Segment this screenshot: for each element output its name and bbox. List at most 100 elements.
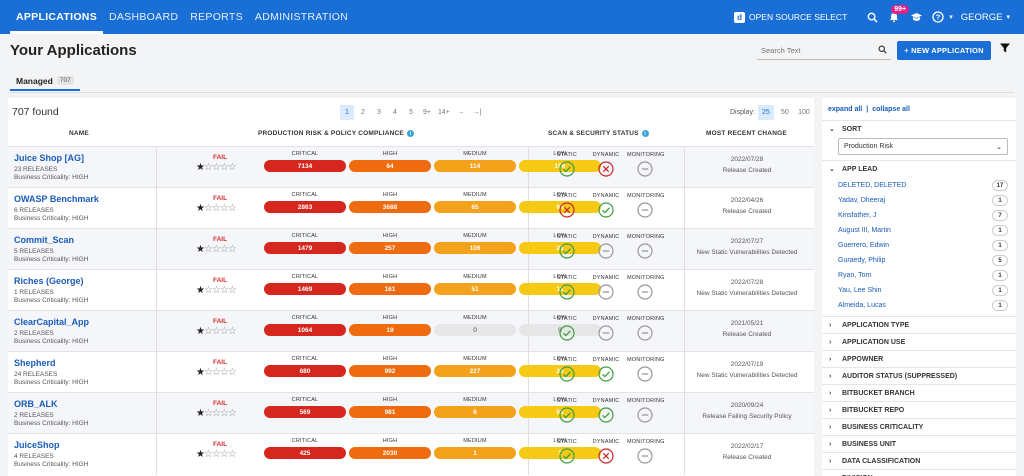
facet-header[interactable]: › BUSINESS UNIT <box>822 436 1016 452</box>
app-lead-filter-item[interactable]: Almeida, Lucas 1 <box>838 298 1008 313</box>
facet-header[interactable]: › AUDITOR STATUS (SUPPRESSED) <box>822 368 1016 384</box>
medium-count-bar[interactable]: 1 <box>434 447 516 459</box>
graduation-cap-icon[interactable] <box>905 0 927 34</box>
facet-header[interactable]: › APPLICATION TYPE <box>822 317 1016 333</box>
search-input[interactable] <box>757 46 867 55</box>
application-name-link[interactable]: Commit_Scan <box>14 235 74 245</box>
page-button[interactable]: 1 <box>340 105 354 120</box>
column-header-change[interactable]: MOST RECENT CHANGE <box>706 130 787 137</box>
application-name-link[interactable]: ORB_ALK <box>14 399 58 409</box>
high-count-bar[interactable]: 161 <box>349 283 431 295</box>
application-name-link[interactable]: ClearCapital_App <box>14 317 89 327</box>
monitoring-scan-status[interactable]: MONITORING <box>627 193 664 221</box>
facet-header[interactable]: › BITBUCKET BRANCH <box>822 385 1016 401</box>
table-row[interactable]: JuiceShop 4 RELEASES Business Criticality:… <box>8 433 814 475</box>
app-lead-filter-item[interactable]: DELETED, DELETED 17 <box>838 178 1008 193</box>
high-count-bar[interactable]: 2030 <box>349 447 431 459</box>
medium-count-bar[interactable]: 106 <box>434 242 516 254</box>
critical-count-bar[interactable]: 2863 <box>264 201 346 213</box>
column-header-name[interactable]: NAME <box>69 130 89 137</box>
page-button[interactable]: → <box>454 105 468 120</box>
sort-section-header[interactable]: ⌄ SORT <box>822 121 1016 137</box>
table-row[interactable]: OWASP Benchmark 6 RELEASES Business Critic… <box>8 187 814 229</box>
help-icon[interactable]: ? <box>927 0 949 34</box>
app-lead-section-header[interactable]: ⌄ APP LEAD <box>822 161 1016 177</box>
dynamic-scan-status[interactable]: DYNAMIC <box>588 316 624 344</box>
facet-header[interactable]: › DATA CLASSIFICATION <box>822 453 1016 469</box>
app-lead-filter-item[interactable]: Ryan, Tom 1 <box>838 268 1008 283</box>
monitoring-scan-status[interactable]: MONITORING <box>627 439 664 467</box>
table-row[interactable]: ORB_ALK 2 RELEASES Business Criticality: H… <box>8 392 814 434</box>
medium-count-bar[interactable]: 227 <box>434 365 516 377</box>
table-row[interactable]: Juice Shop [AG] 23 RELEASES Business Criti… <box>8 146 814 188</box>
page-button[interactable]: 4 <box>388 105 402 120</box>
collapse-all-link[interactable]: collapse all <box>872 106 910 113</box>
facet-header[interactable]: › APPOWNER <box>822 351 1016 367</box>
application-name-link[interactable]: Juice Shop [AG] <box>14 153 84 163</box>
nav-reports[interactable]: REPORTS <box>184 0 249 34</box>
page-button[interactable]: →| <box>470 105 484 120</box>
medium-count-bar[interactable]: 6 <box>434 406 516 418</box>
app-lead-filter-item[interactable]: Yadav, Dheeraj 1 <box>838 193 1008 208</box>
table-row[interactable]: Shepherd 24 RELEASES Business Criticality:… <box>8 351 814 393</box>
app-lead-filter-item[interactable]: Kinsfather, J 7 <box>838 208 1008 223</box>
facet-header[interactable]: ›DIVISION <box>822 470 1016 476</box>
page-button[interactable]: 14+ <box>436 105 452 120</box>
nav-dashboard[interactable]: DASHBOARD <box>103 0 184 34</box>
dynamic-scan-status[interactable]: DYNAMIC <box>588 193 624 221</box>
high-count-bar[interactable]: 992 <box>349 365 431 377</box>
help-dropdown-caret-icon[interactable]: ▾ <box>949 13 953 21</box>
app-lead-filter-item[interactable]: Yau, Lee Shin 1 <box>838 283 1008 298</box>
high-count-bar[interactable]: 64 <box>349 160 431 172</box>
app-lead-filter-item[interactable]: August III, Martin 1 <box>838 223 1008 238</box>
critical-count-bar[interactable]: 1469 <box>264 283 346 295</box>
new-application-button[interactable]: + NEW APPLICATION <box>897 41 991 60</box>
application-name-link[interactable]: Shepherd <box>14 358 56 368</box>
facet-header[interactable]: › BITBUCKET REPO <box>822 402 1016 418</box>
application-name-link[interactable]: Riches (George) <box>14 276 84 286</box>
search-icon[interactable] <box>878 45 891 56</box>
dynamic-scan-status[interactable]: DYNAMIC <box>588 152 624 180</box>
static-scan-status[interactable]: STATIC <box>549 193 585 221</box>
page-button[interactable]: 2 <box>356 105 370 120</box>
medium-count-bar[interactable]: 0 <box>434 324 516 336</box>
app-lead-filter-item[interactable]: Guraedy, Philip 5 <box>838 253 1008 268</box>
monitoring-scan-status[interactable]: MONITORING <box>627 275 664 303</box>
high-count-bar[interactable]: 981 <box>349 406 431 418</box>
column-header-scan[interactable]: SCAN & SECURITY STATUS i <box>548 130 649 137</box>
medium-count-bar[interactable]: 65 <box>434 201 516 213</box>
dynamic-scan-status[interactable]: DYNAMIC <box>588 357 624 385</box>
static-scan-status[interactable]: STATIC <box>549 234 585 262</box>
critical-count-bar[interactable]: 1479 <box>264 242 346 254</box>
open-source-select-link[interactable]: d OPEN SOURCE SELECT <box>734 11 847 23</box>
application-name-link[interactable]: OWASP Benchmark <box>14 194 99 204</box>
medium-count-bar[interactable]: 51 <box>434 283 516 295</box>
dynamic-scan-status[interactable]: DYNAMIC <box>588 234 624 262</box>
static-scan-status[interactable]: STATIC <box>549 398 585 426</box>
monitoring-scan-status[interactable]: MONITORING <box>627 234 664 262</box>
risk-info-icon[interactable]: i <box>406 130 414 137</box>
page-button[interactable]: 9+ <box>420 105 434 120</box>
app-lead-filter-item[interactable]: Guerrero, Edwin 1 <box>838 238 1008 253</box>
static-scan-status[interactable]: STATIC <box>549 439 585 467</box>
static-scan-status[interactable]: STATIC <box>549 316 585 344</box>
critical-count-bar[interactable]: 7134 <box>264 160 346 172</box>
scan-info-icon[interactable]: i <box>641 130 649 137</box>
nav-administration[interactable]: ADMINISTRATION <box>249 0 354 34</box>
dynamic-scan-status[interactable]: DYNAMIC <box>588 275 624 303</box>
critical-count-bar[interactable]: 1064 <box>264 324 346 336</box>
dynamic-scan-status[interactable]: DYNAMIC <box>588 439 624 467</box>
high-count-bar[interactable]: 19 <box>349 324 431 336</box>
critical-count-bar[interactable]: 680 <box>264 365 346 377</box>
monitoring-scan-status[interactable]: MONITORING <box>627 152 664 180</box>
nav-applications[interactable]: APPLICATIONS <box>10 0 103 34</box>
monitoring-scan-status[interactable]: MONITORING <box>627 316 664 344</box>
table-row[interactable]: Commit_Scan 5 RELEASES Business Criticalit… <box>8 228 814 270</box>
facet-header[interactable]: › BUSINESS CRITICALITY <box>822 419 1016 435</box>
monitoring-scan-status[interactable]: MONITORING <box>627 357 664 385</box>
medium-count-bar[interactable]: 114 <box>434 160 516 172</box>
high-count-bar[interactable]: 257 <box>349 242 431 254</box>
display-option-50[interactable]: 50 <box>777 105 793 120</box>
filter-funnel-icon[interactable] <box>999 42 1013 56</box>
sort-select[interactable]: Production Risk ⌄ <box>838 138 1008 155</box>
